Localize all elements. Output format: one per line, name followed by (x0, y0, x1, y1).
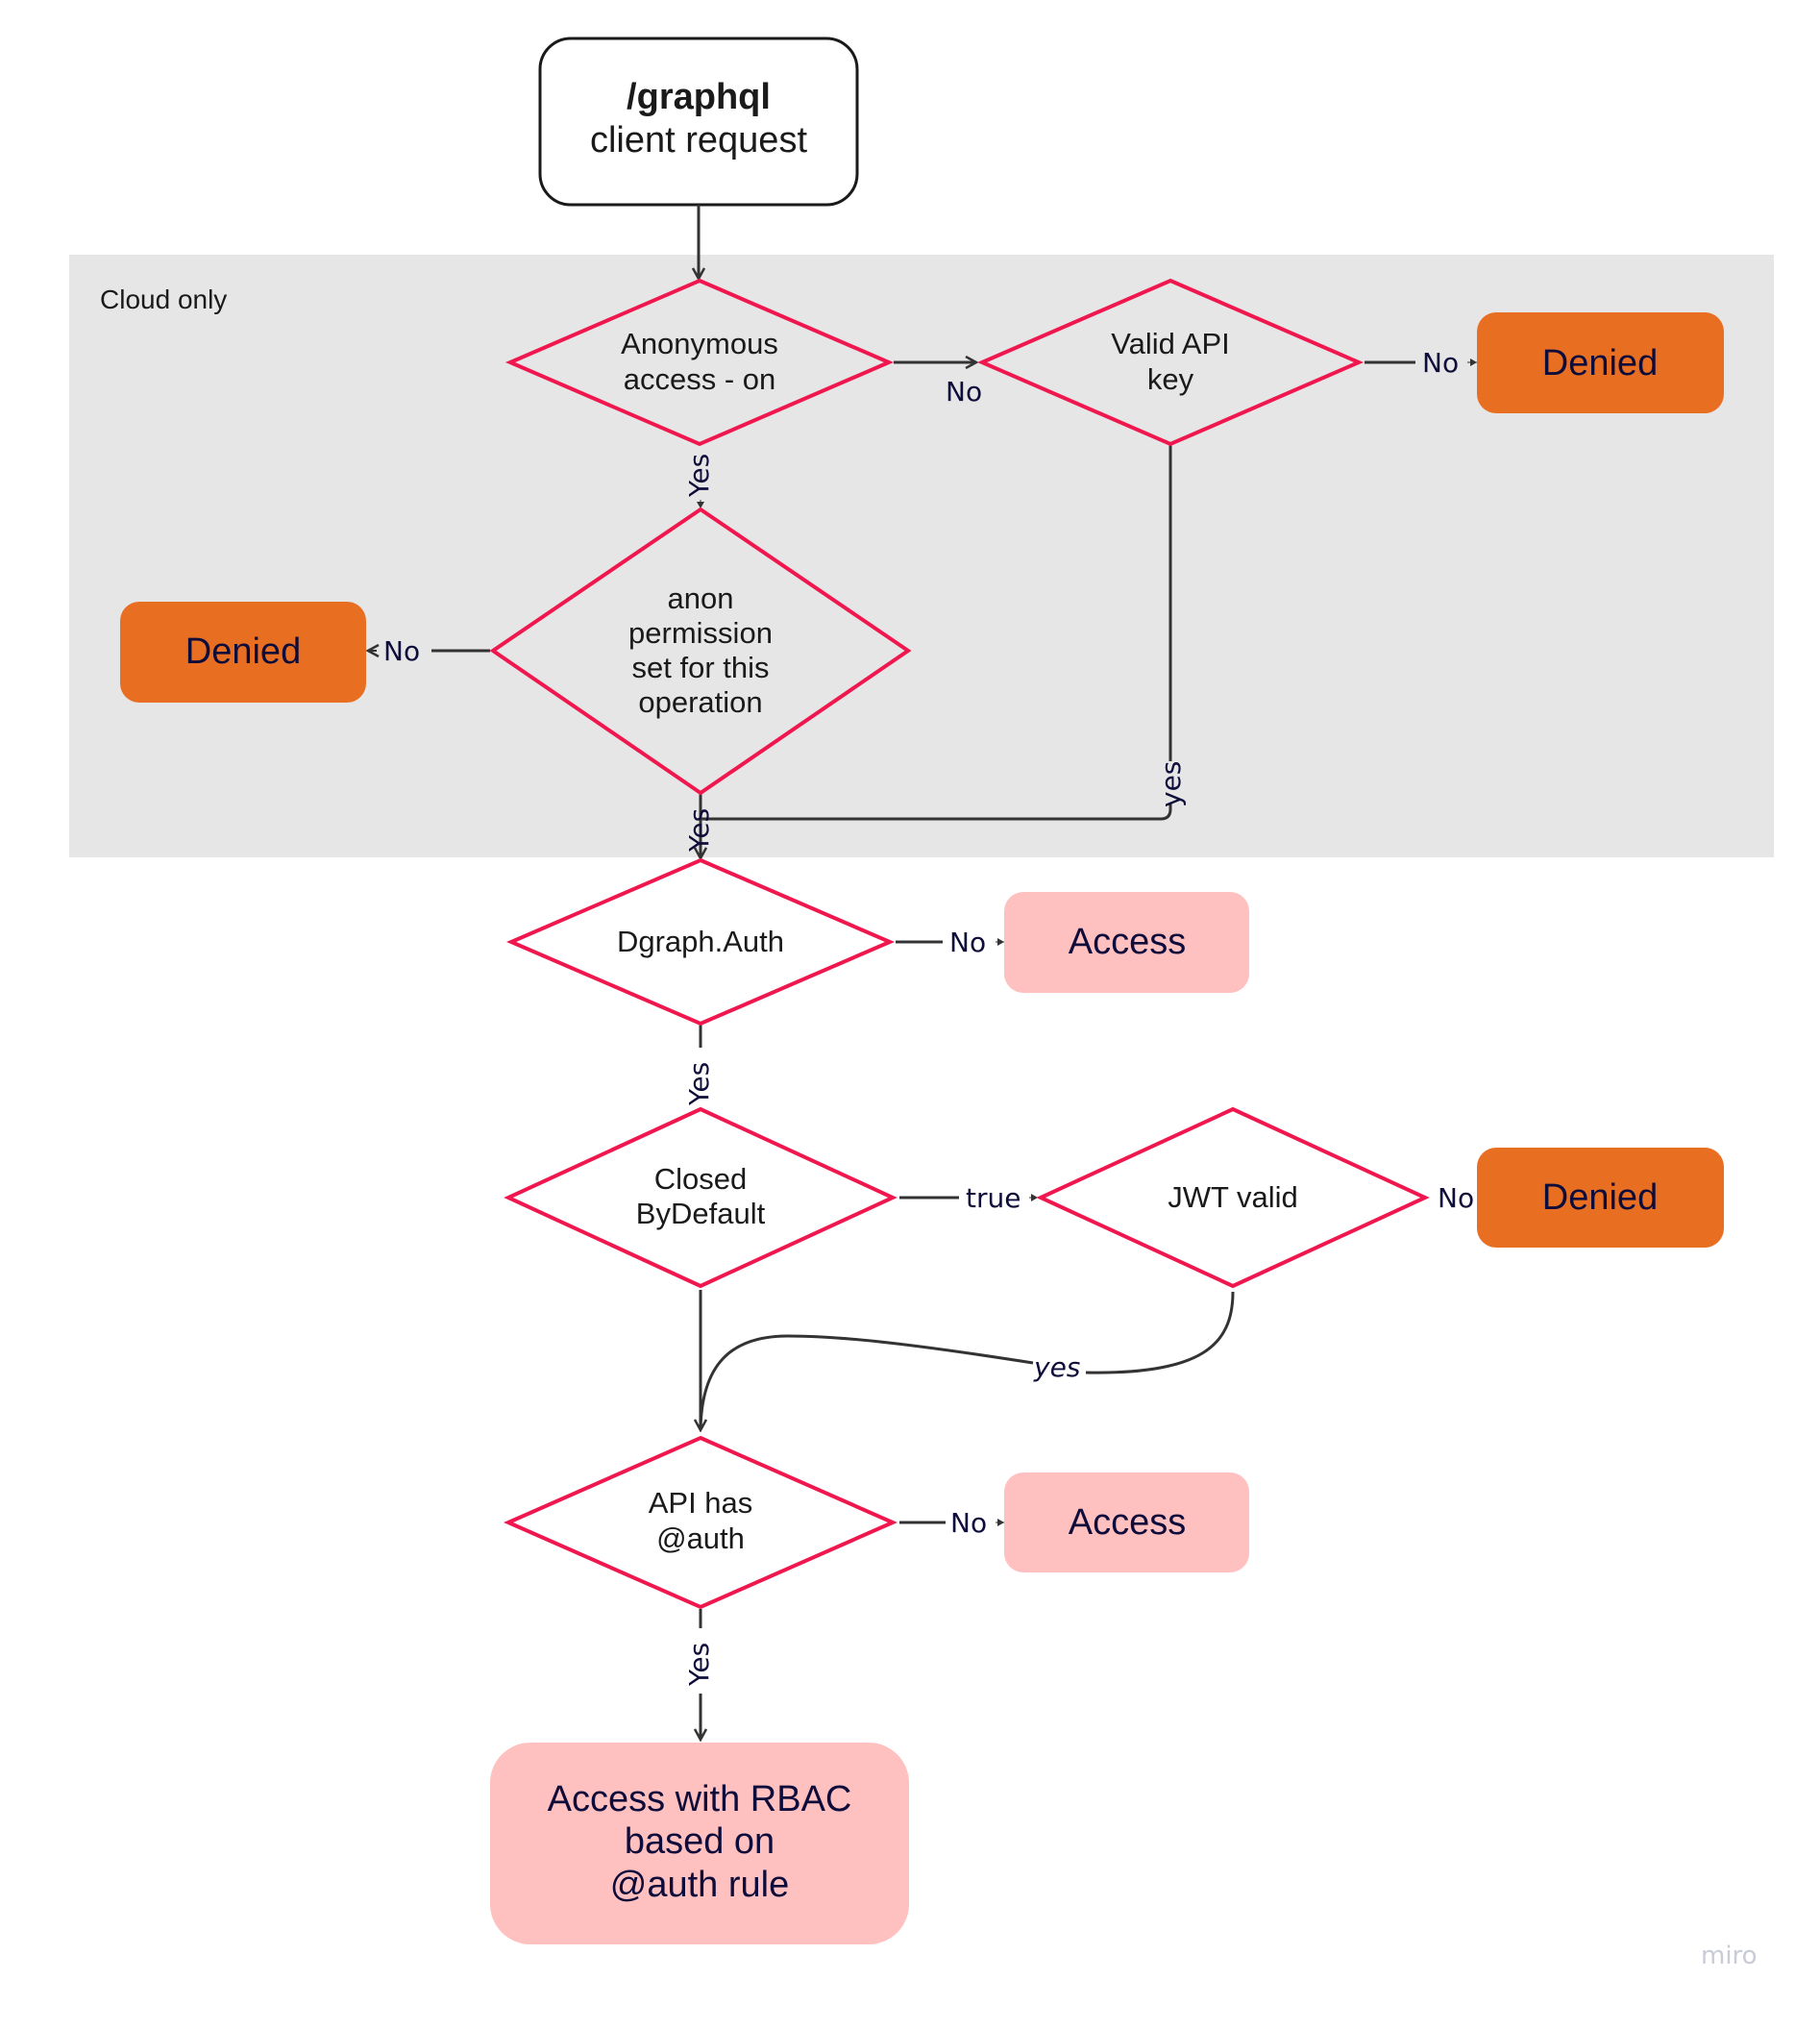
access-no-directive-label: Access (1069, 1502, 1186, 1543)
rbac-line-2: based on (625, 1821, 775, 1862)
flowchart: Cloud only /graphql client request Anony… (69, 37, 1774, 1970)
label-api-key-no: No (1422, 347, 1459, 379)
cloud-only-label: Cloud only (100, 285, 227, 314)
label-api-auth-yes: Yes (683, 1643, 715, 1687)
label-closed-true: true (966, 1182, 1021, 1214)
anon-perm-line-2: permission (628, 616, 773, 650)
label-api-key-yes: yes (1155, 761, 1187, 807)
rbac-line-3: @auth rule (610, 1865, 789, 1905)
jwt-valid-label: JWT valid (1168, 1180, 1298, 1214)
label-dgraph-auth-yes: Yes (683, 1062, 715, 1106)
anon-perm-line-1: anon (668, 581, 734, 615)
anonymous-line-1: Anonymous (621, 327, 778, 360)
label-dgraph-auth-no: No (949, 927, 986, 958)
api-key-line-1: Valid API (1111, 327, 1230, 360)
label-jwt-no: No (1438, 1182, 1474, 1214)
api-key-line-2: key (1147, 362, 1194, 396)
dgraph-auth-label: Dgraph.Auth (617, 925, 784, 958)
label-anonymous-yes: Yes (683, 454, 715, 498)
denied-jwt-label: Denied (1542, 1177, 1658, 1218)
start-subtitle: client request (590, 120, 807, 161)
api-auth-line-2: @auth (656, 1522, 745, 1555)
access-no-auth-label: Access (1069, 922, 1186, 962)
api-auth-line-1: API has (649, 1486, 753, 1520)
anonymous-line-2: access - on (624, 362, 776, 396)
start-title: /graphql (627, 77, 771, 117)
closed-line-2: ByDefault (636, 1197, 766, 1230)
denied-api-key-label: Denied (1542, 343, 1658, 384)
denied-anon-label: Denied (185, 631, 301, 672)
closed-line-1: Closed (654, 1162, 748, 1196)
anon-perm-line-3: set for this (632, 651, 770, 684)
anon-perm-line-4: operation (638, 685, 762, 719)
miro-watermark: miro (1701, 1942, 1758, 1970)
label-jwt-yes: yes (1033, 1351, 1080, 1383)
rbac-line-1: Access with RBAC (548, 1779, 852, 1819)
label-anon-perm-no: No (383, 635, 420, 667)
label-anon-perm-yes: Yes (683, 808, 715, 853)
label-anonymous-no: No (946, 376, 982, 408)
edge-jwt-yes (699, 1291, 1235, 1431)
label-api-auth-no: No (950, 1507, 987, 1539)
